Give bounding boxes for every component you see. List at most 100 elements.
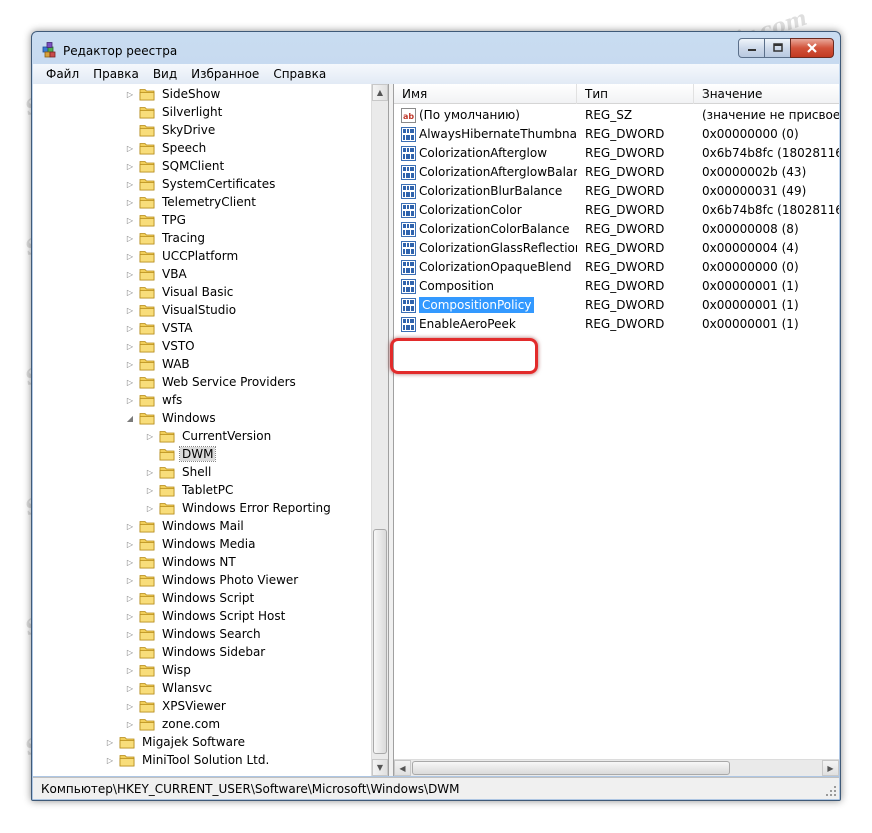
expand-arrow-icon[interactable]: ▷ <box>125 593 135 603</box>
expand-arrow-icon[interactable]: ▷ <box>125 575 135 585</box>
menu-file[interactable]: Файл <box>39 67 86 81</box>
value-row[interactable]: CompositionPolicy REG_DWORD 0x00000001 (1) <box>394 296 839 315</box>
column-name[interactable]: Имя <box>394 84 577 104</box>
tree-node[interactable]: ▷ Windows Error Reporting <box>145 499 333 517</box>
values-horizontal-scrollbar[interactable]: ◀ ▶ <box>394 759 839 776</box>
tree-node[interactable]: ▷ Windows Sidebar <box>125 643 267 661</box>
expand-arrow-icon[interactable]: ▷ <box>125 305 135 315</box>
expand-arrow-icon[interactable]: ▷ <box>125 611 135 621</box>
expand-arrow-icon[interactable]: ▷ <box>125 665 135 675</box>
value-row[interactable]: ColorizationAfterglow REG_DWORD 0x6b74b8fc… <box>394 144 839 163</box>
tree-node[interactable]: ▷ UCCPlatform <box>125 247 240 265</box>
column-data[interactable]: Значение <box>694 84 839 104</box>
expand-arrow-icon[interactable]: ▷ <box>105 737 115 747</box>
expand-arrow-icon[interactable]: ▷ <box>125 161 135 171</box>
maximize-button[interactable] <box>764 38 791 58</box>
tree-node[interactable]: ▷ WAB <box>125 355 192 373</box>
value-row[interactable]: ColorizationBlurBalance REG_DWORD 0x000000… <box>394 182 839 201</box>
expand-arrow-icon[interactable]: ▷ <box>125 647 135 657</box>
expand-arrow-icon[interactable]: ▷ <box>125 521 135 531</box>
value-row[interactable]: ColorizationOpaqueBlend REG_DWORD 0x000000… <box>394 258 839 277</box>
tree-node[interactable]: ▷ Web Service Providers <box>125 373 298 391</box>
tree-node[interactable]: ▷ Shell <box>145 463 213 481</box>
expand-arrow-icon[interactable]: ▷ <box>145 485 155 495</box>
horizontal-scroll-thumb[interactable] <box>412 761 730 775</box>
tree-node[interactable]: ▷ VSTA <box>125 319 194 337</box>
expand-arrow-icon[interactable]: ▷ <box>125 683 135 693</box>
value-row[interactable]: ColorizationGlassReflectionI... REG_DWORD… <box>394 239 839 258</box>
expand-arrow-icon[interactable]: ▷ <box>125 629 135 639</box>
expand-arrow-icon[interactable]: ▷ <box>125 341 135 351</box>
expand-arrow-icon[interactable]: ▷ <box>125 557 135 567</box>
expand-arrow-icon[interactable]: ▷ <box>125 233 135 243</box>
tree-node[interactable]: ▷ Windows Script <box>125 589 256 607</box>
expand-arrow-icon[interactable]: ▷ <box>125 269 135 279</box>
expand-arrow-icon[interactable]: ▷ <box>125 719 135 729</box>
value-row[interactable]: ColorizationColor REG_DWORD 0x6b74b8fc (18… <box>394 201 839 220</box>
value-row[interactable]: EnableAeroPeek REG_DWORD 0x00000001 (1) <box>394 315 839 334</box>
expand-arrow-icon[interactable]: ▷ <box>125 251 135 261</box>
expand-arrow-icon[interactable]: ▷ <box>125 179 135 189</box>
scroll-left-button[interactable]: ◀ <box>394 760 411 776</box>
expand-arrow-icon[interactable]: ▷ <box>125 197 135 207</box>
value-row[interactable]: ColorizationAfterglowBalance REG_DWORD 0x0… <box>394 163 839 182</box>
values-list-pane[interactable]: Имя Тип Значение ab (По умолчанию) REG_SZ (… <box>393 84 839 776</box>
tree-node[interactable]: ▷ Windows Mail <box>125 517 246 535</box>
scroll-up-button[interactable]: ▲ <box>372 84 388 101</box>
tree-node[interactable]: ▷ CurrentVersion <box>145 427 273 445</box>
tree-node[interactable]: ▷ TPG <box>125 211 188 229</box>
expand-arrow-icon[interactable]: ▷ <box>125 395 135 405</box>
scroll-down-button[interactable]: ▼ <box>372 759 388 776</box>
tree-node[interactable]: ▷ TelemetryClient <box>125 193 258 211</box>
value-row[interactable]: ab (По умолчанию) REG_SZ (значение не присв… <box>394 106 839 125</box>
minimize-button[interactable] <box>738 38 765 58</box>
expand-arrow-icon[interactable]: ▷ <box>125 287 135 297</box>
tree-node[interactable]: ▷ VBA <box>125 265 189 283</box>
expand-arrow-icon[interactable]: ▷ <box>125 701 135 711</box>
tree-node[interactable]: ▷ SideShow <box>125 85 222 103</box>
expand-arrow-icon[interactable]: ▷ <box>125 215 135 225</box>
tree-node[interactable]: DWM <box>145 445 217 463</box>
tree-node[interactable]: Silverlight <box>125 103 224 121</box>
expand-arrow-icon[interactable]: ▷ <box>125 539 135 549</box>
tree-node[interactable]: ▷ SQMClient <box>125 157 226 175</box>
expand-arrow-icon[interactable]: ▷ <box>125 89 135 99</box>
tree-node[interactable]: ◢ Windows <box>125 409 218 427</box>
menu-favorites[interactable]: Избранное <box>184 67 266 81</box>
expand-arrow-icon[interactable]: ▷ <box>145 503 155 513</box>
tree-node[interactable]: ▷ Speech <box>125 139 208 157</box>
title-bar[interactable]: Редактор реестра <box>32 32 840 62</box>
tree-node[interactable]: ▷ wfs <box>125 391 184 409</box>
tree-node[interactable]: ▷ VSTO <box>125 337 197 355</box>
tree-node[interactable]: ▷ Visual Basic <box>125 283 235 301</box>
tree-node[interactable]: ▷ VisualStudio <box>125 301 238 319</box>
tree-node[interactable]: ▷ Windows Script Host <box>125 607 287 625</box>
tree-node[interactable]: ▷ Windows Photo Viewer <box>125 571 300 589</box>
key-tree-pane[interactable]: ▷ SideShow Silverlight SkyDrive ▷ Speech ▷ SQMC… <box>33 84 389 776</box>
tree-node[interactable]: ▷ Windows NT <box>125 553 238 571</box>
value-row[interactable]: Composition REG_DWORD 0x00000001 (1) <box>394 277 839 296</box>
expand-arrow-icon[interactable]: ▷ <box>125 359 135 369</box>
expand-arrow-icon[interactable]: ▷ <box>125 377 135 387</box>
menu-view[interactable]: Вид <box>146 67 184 81</box>
tree-node[interactable]: ▷ zone.com <box>125 715 222 733</box>
tree-node[interactable]: ▷ Migajek Software <box>105 733 247 751</box>
tree-node[interactable]: ▷ Wisp <box>125 661 193 679</box>
tree-node[interactable]: ▷ XPSViewer <box>125 697 228 715</box>
collapse-arrow-icon[interactable]: ◢ <box>125 413 135 423</box>
expand-arrow-icon[interactable]: ▷ <box>125 143 135 153</box>
value-row[interactable]: ColorizationColorBalance REG_DWORD 0x00000… <box>394 220 839 239</box>
expand-arrow-icon[interactable]: ▷ <box>105 755 115 765</box>
expand-arrow-icon[interactable]: ▷ <box>145 467 155 477</box>
tree-node[interactable]: ▷ Tracing <box>125 229 207 247</box>
menu-help[interactable]: Справка <box>266 67 333 81</box>
value-row[interactable]: AlwaysHibernateThumbnails REG_DWORD 0x0000… <box>394 125 839 144</box>
expand-arrow-icon[interactable]: ▷ <box>145 431 155 441</box>
tree-node[interactable]: ▷ MiniTool Solution Ltd. <box>105 751 271 769</box>
tree-node[interactable]: ▷ Windows Media <box>125 535 257 553</box>
tree-vertical-scrollbar[interactable]: ▲ ▼ <box>371 84 388 776</box>
scroll-right-button[interactable]: ▶ <box>822 760 839 776</box>
tree-node[interactable]: SkyDrive <box>125 121 217 139</box>
expand-arrow-icon[interactable]: ▷ <box>125 323 135 333</box>
tree-node[interactable]: ▷ TabletPC <box>145 481 235 499</box>
